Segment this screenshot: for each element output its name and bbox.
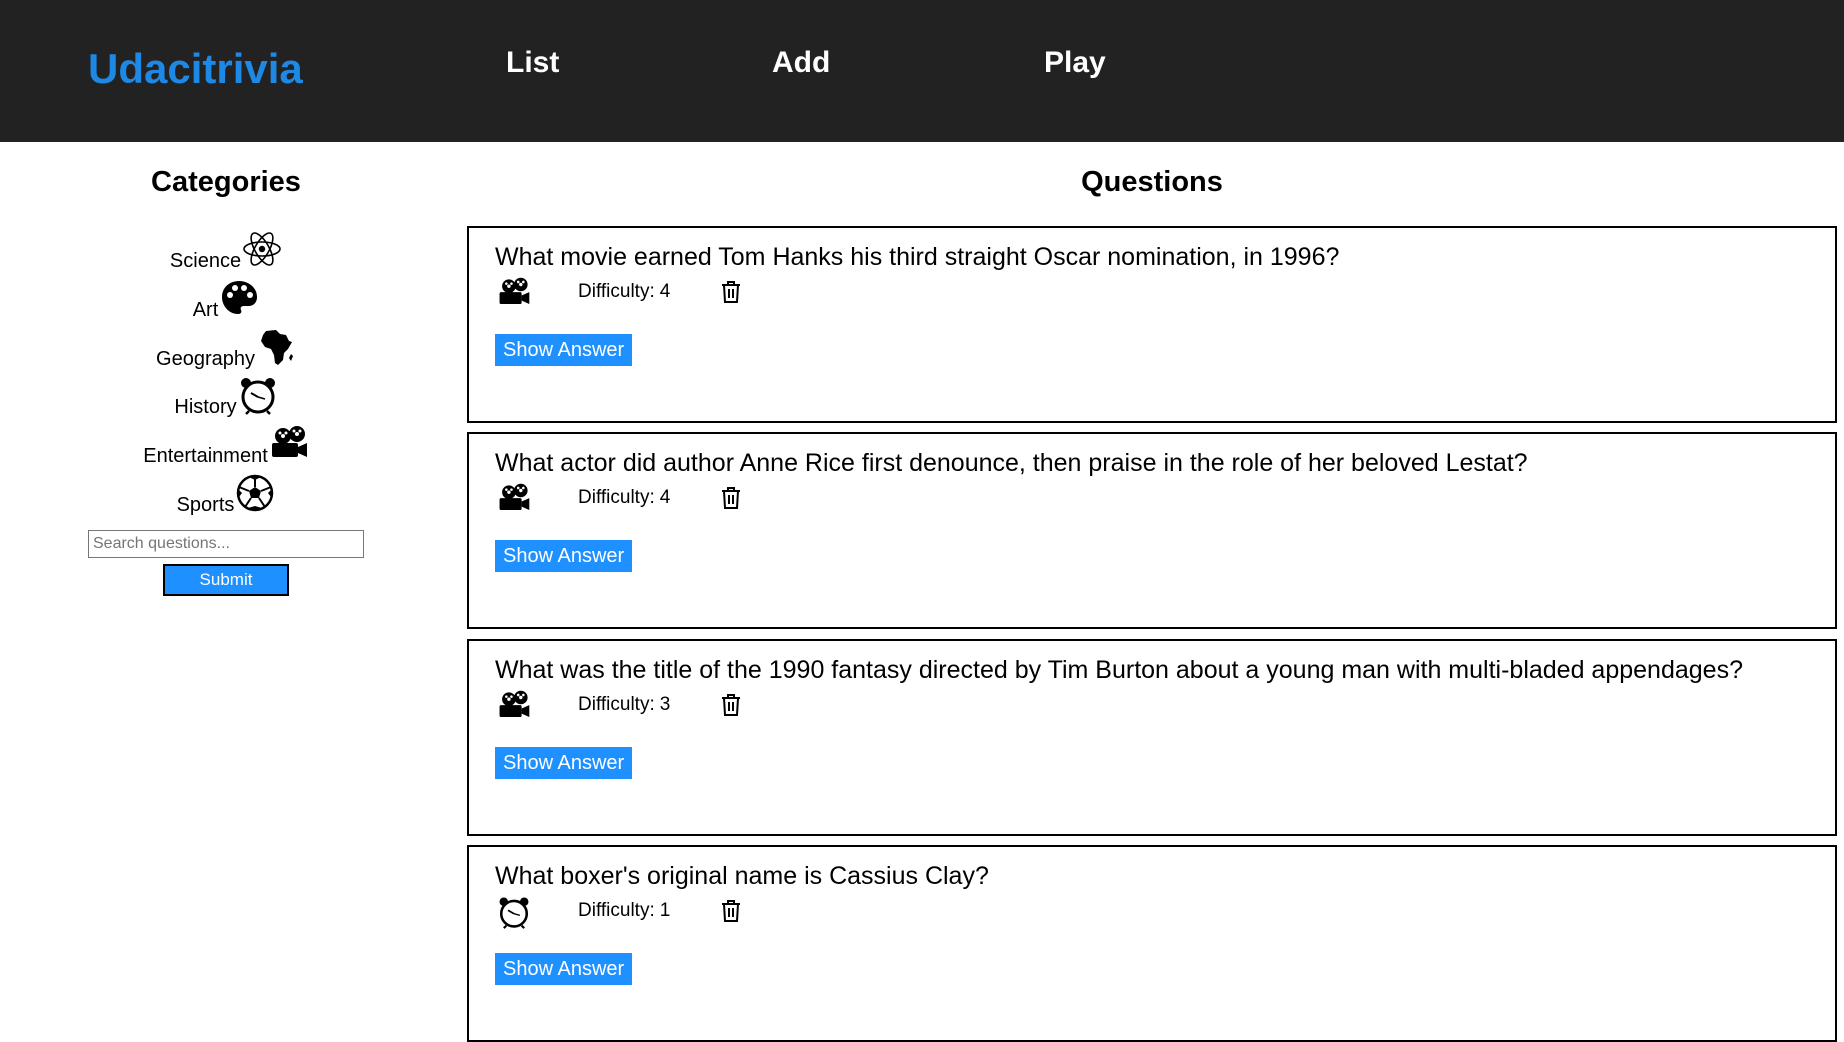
category-item-history[interactable]: History [0, 369, 452, 419]
brand-logo-link[interactable]: Udacitrivia [88, 48, 303, 90]
difficulty-value: 1 [659, 900, 671, 921]
question-text: What movie earned Tom Hanks his third st… [495, 243, 1340, 271]
category-item-entertainment[interactable]: Entertainment [0, 418, 452, 468]
africa-map-icon [256, 327, 296, 367]
category-label: Geography [156, 348, 255, 370]
alarm-clock-icon [238, 375, 278, 415]
difficulty-indicator: Difficulty: 4 [578, 281, 670, 304]
show-answer-button[interactable]: Show Answer [495, 540, 633, 572]
difficulty-value: 3 [659, 694, 671, 715]
category-label: Science [169, 250, 242, 272]
category-label: Art [192, 299, 219, 321]
top-navbar: Udacitrivia List Add Play [0, 0, 1844, 142]
show-answer-button[interactable]: Show Answer [495, 953, 633, 985]
category-item-sports[interactable]: Sports [0, 467, 452, 517]
question-card: What actor did author Anne Rice first de… [467, 432, 1837, 629]
atom-icon [242, 229, 282, 269]
difficulty-value: 4 [659, 281, 671, 302]
question-text: What actor did author Anne Rice first de… [495, 449, 1528, 477]
category-label: History [174, 396, 237, 418]
category-label: Entertainment [143, 445, 268, 467]
question-card: What was the title of the 1990 fantasy d… [467, 639, 1837, 836]
search-input[interactable] [88, 530, 364, 558]
category-item-geography[interactable]: Geography [0, 321, 452, 371]
question-card: What movie earned Tom Hanks his third st… [467, 226, 1837, 423]
show-answer-button[interactable]: Show Answer [495, 747, 633, 779]
show-answer-button[interactable]: Show Answer [495, 334, 633, 366]
question-text: What was the title of the 1990 fantasy d… [495, 656, 1743, 684]
difficulty-label: Difficulty: [578, 281, 655, 302]
question-card: What boxer's original name is Cassius Cl… [467, 845, 1837, 1042]
question-text: What boxer's original name is Cassius Cl… [495, 862, 989, 890]
categories-heading: Categories [151, 166, 301, 198]
soccer-ball-icon [235, 473, 275, 513]
trash-icon[interactable] [720, 280, 742, 304]
difficulty-value: 4 [659, 487, 671, 508]
film-projector-icon [269, 424, 309, 464]
difficulty-indicator: Difficulty: 1 [578, 900, 670, 923]
questions-heading: Questions [1081, 166, 1223, 198]
film-projector-icon [497, 689, 531, 723]
nav-list-link[interactable]: List [506, 48, 559, 78]
difficulty-indicator: Difficulty: 3 [578, 694, 670, 717]
category-item-science[interactable]: Science [0, 223, 452, 273]
search-form: Submit [88, 530, 364, 596]
palette-icon [219, 278, 259, 318]
nav-play-link[interactable]: Play [1044, 48, 1106, 78]
submit-button[interactable]: Submit [163, 564, 289, 596]
film-projector-icon [497, 276, 531, 310]
alarm-clock-icon [497, 895, 531, 929]
film-projector-icon [497, 482, 531, 516]
difficulty-label: Difficulty: [578, 694, 655, 715]
trash-icon[interactable] [720, 899, 742, 923]
difficulty-label: Difficulty: [578, 900, 655, 921]
category-item-art[interactable]: Art [0, 272, 452, 322]
difficulty-label: Difficulty: [578, 487, 655, 508]
nav-add-link[interactable]: Add [772, 48, 830, 78]
trash-icon[interactable] [720, 486, 742, 510]
category-label: Sports [176, 494, 235, 516]
difficulty-indicator: Difficulty: 4 [578, 487, 670, 510]
trash-icon[interactable] [720, 693, 742, 717]
